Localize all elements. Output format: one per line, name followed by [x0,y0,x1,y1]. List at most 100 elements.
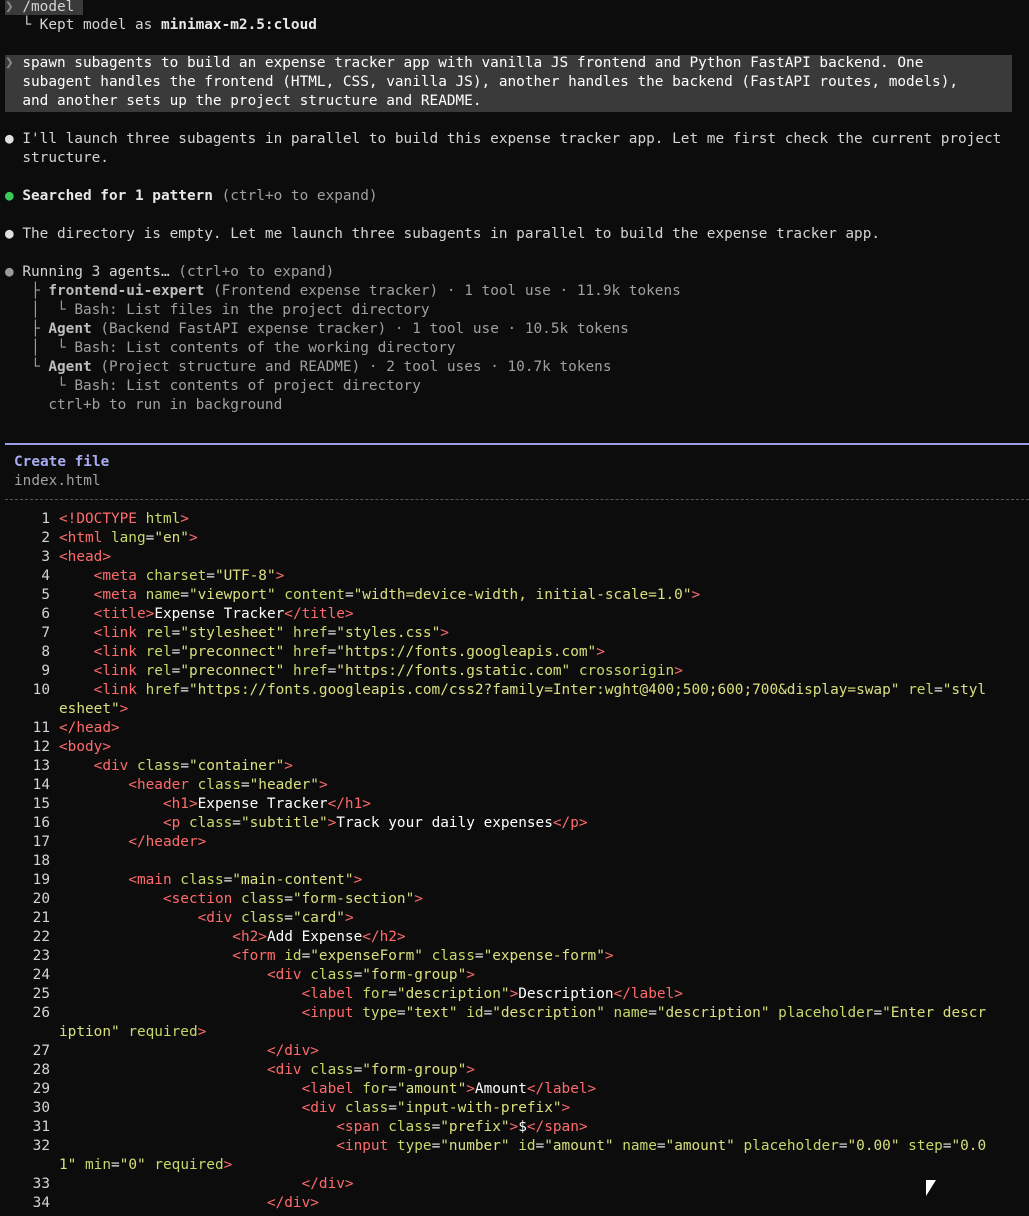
code-line: <head> [59,549,111,565]
code-line: <link rel="preconnect" href="https://fon… [93,663,683,679]
line-number: 13 [32,758,50,774]
agent-sub-1: │ └ Bash: List files in the project dire… [5,302,430,318]
agent-row-1[interactable]: ├ frontend-ui-expert (Frontend expense t… [5,282,681,301]
line-number: 14 [32,777,50,793]
code-line: <header class="header"> [128,777,328,793]
line-number: 7 [41,625,50,641]
line-number: 27 [32,1043,50,1059]
agent-row-2[interactable]: ├ Agent (Backend FastAPI expense tracker… [5,320,629,339]
agent-row-3[interactable]: └ Agent (Project structure and README) ·… [5,358,612,377]
tree-branch-icon: ├ [5,283,49,299]
line-number: 3 [41,549,50,565]
line-number: 12 [32,739,50,755]
line-number: 4 [41,568,50,584]
code-line: <div class="input-with-prefix"> [301,1100,571,1116]
code-line: <h2>Add Expense</h2> [232,929,406,945]
dashed-separator [5,499,1029,500]
code-line: <link href="https://fonts.googleapis.com… [93,682,987,698]
code-line: <div class="card"> [197,910,354,926]
line-number: 20 [32,891,50,907]
prompt-line-3: and another sets up the project structur… [22,93,482,109]
prompt-line-2: subagent handles the frontend (HTML, CSS… [22,74,959,90]
code-line: <link rel="preconnect" href="https://fon… [93,644,605,660]
model-command: /model [22,0,75,15]
panel-divider [5,443,1029,445]
assistant-message-empty: ● The directory is empty. Let me launch … [5,226,881,242]
line-number: 22 [32,929,50,945]
code-line: <main class="main-content"> [128,872,363,888]
tree-corner-icon: └ [48,378,75,394]
code-line: <label for="description">Description</la… [301,986,683,1002]
line-number: 23 [32,948,50,964]
prompt-line-1: ❯ spawn subagents to build an expense tr… [5,55,924,71]
line-number: 6 [41,606,50,622]
code-line: </div> [301,1176,354,1192]
assistant-message-intro-cont: structure. [22,150,109,166]
search-result-line[interactable]: ● Searched for 1 pattern (ctrl+o to expa… [5,187,378,206]
code-line: <input type="text" id="description" name… [301,1005,987,1021]
code-line: <div class="container"> [93,758,293,774]
model-command-line: ❯ /model [5,0,83,17]
code-line: <div class="form-group"> [266,1062,475,1078]
file-name: index.html [14,473,101,489]
line-number: 26 [32,1005,50,1021]
code-line: <title>Expense Tracker</title> [93,606,354,622]
code-line: <html lang="en"> [59,530,198,546]
prompt-chevron-icon: ❯ [5,55,23,71]
tree-vertical-icon: │ [5,302,49,318]
line-number: 17 [32,834,50,850]
line-number: 21 [32,910,50,926]
line-number: 32 [32,1138,50,1154]
line-number: 2 [41,530,50,546]
line-number [0,1023,50,1042]
line-number: 8 [41,644,50,660]
bullet-dot-icon: ● [5,131,23,147]
line-number: 34 [32,1195,50,1211]
code-line: <h1>Expense Tracker</h1> [162,796,371,812]
line-number [0,1156,50,1175]
line-number: 10 [32,682,50,698]
agent-sub-2: │ └ Bash: List contents of the working d… [5,340,456,356]
code-line: <section class="form-section"> [162,891,423,907]
line-number: 25 [32,986,50,1002]
code-line: </header> [128,834,207,850]
code-line: esheet"> [59,701,129,717]
line-number: 28 [32,1062,50,1078]
assistant-message-intro: ● I'll launch three subagents in paralle… [5,131,1002,147]
code-line: iption" required> [59,1024,207,1040]
code-line: <!DOCTYPE html> [59,511,189,527]
code-line: <p class="subtitle">Track your daily exp… [162,815,588,831]
kept-prefix: Kept model as [39,17,161,33]
line-number: 24 [32,967,50,983]
create-file-title: Create file [14,454,110,470]
prompt-chevron-icon: ❯ [5,0,23,15]
line-number: 5 [41,587,50,603]
line-number: 33 [32,1176,50,1192]
code-line: <label for="amount">Amount</label> [301,1081,597,1097]
code-line: <link rel="stylesheet" href="styles.css"… [93,625,449,641]
tree-corner-icon: └ [48,302,75,318]
line-number: 16 [32,815,50,831]
agent-sub-3: └ Bash: List contents of project directo… [48,378,421,394]
line-number: 9 [41,663,50,679]
line-number: 29 [32,1081,50,1097]
code-line: <form id="expenseForm" class="expense-fo… [232,948,614,964]
line-number: 1 [41,511,50,527]
line-number: 15 [32,796,50,812]
code-line: <div class="form-group"> [266,967,475,983]
success-dot-icon: ● [5,188,23,204]
running-agents-line[interactable]: ● Running 3 agents… (ctrl+o to expand) [5,263,334,282]
background-hint: ctrl+b to run in background [48,397,283,413]
tree-vertical-icon: │ [5,340,49,356]
code-line: </div> [266,1043,319,1059]
pending-dot-icon: ● [5,264,23,280]
tree-end-icon: └ [5,359,49,375]
code-line: </head> [59,720,120,736]
model-result-line: └ Kept model as minimax-m2.5:cloud [5,16,317,35]
code-line: <span class="prefix">$</span> [336,1119,588,1135]
line-number: 18 [32,853,50,869]
line-number: 30 [32,1100,50,1116]
tree-branch-icon: ├ [5,321,49,337]
code-line: <meta charset="UTF-8"> [93,568,285,584]
code-line: <body> [59,739,111,755]
